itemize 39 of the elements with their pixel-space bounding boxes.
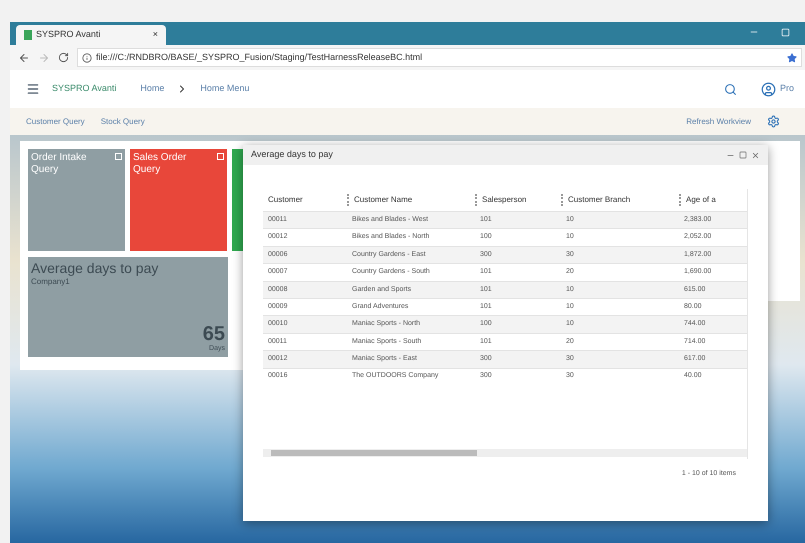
tile-grid-icon	[217, 153, 224, 160]
star-icon[interactable]	[787, 52, 797, 62]
tab-close[interactable]: ×	[152, 28, 158, 42]
scrollbar-thumb[interactable]	[271, 450, 477, 456]
breadcrumb-current: Home Menu	[200, 82, 250, 96]
kpi-title: Average days to pay	[31, 260, 160, 276]
tile-title: Sales Order Query	[133, 152, 188, 176]
kpi-value: 65	[202, 324, 225, 344]
query-tile[interactable]: Sales Order Query	[130, 149, 227, 251]
browser-tab[interactable]: SYSPRO Avanti ×	[16, 25, 166, 45]
refresh-link[interactable]: Refresh Workview	[686, 116, 751, 128]
user-icon[interactable]	[760, 82, 776, 96]
column-header[interactable]: Customer Branch	[561, 194, 679, 206]
address-bar[interactable]: file:///C:/RNDBRO/BASE/_SYSPRO_Fusion/Staging/TestHarnessReleaseBC.html	[77, 48, 802, 67]
menu-icon[interactable]	[26, 82, 40, 96]
dialog-title: Average days to pay	[251, 148, 334, 162]
url-text: file:///C:/RNDBRO/BASE/_SYSPRO_Fusion/Staging/TestHarnessReleaseBC.html	[96, 50, 424, 64]
column-header[interactable]: Customer Name	[347, 194, 475, 206]
column-header[interactable]: Salesperson	[475, 194, 561, 206]
tile-grid-icon	[115, 153, 122, 160]
maximize-icon[interactable]	[739, 151, 747, 159]
tab-title: SYSPRO Avanti	[36, 28, 102, 42]
tile-title: Order Intake Query	[31, 152, 88, 176]
user-name[interactable]: Pro	[780, 82, 794, 96]
settings-icon[interactable]	[767, 115, 780, 128]
reload-icon[interactable]	[58, 52, 69, 63]
breadcrumb-link[interactable]: Home	[140, 82, 164, 96]
nav-link[interactable]: Customer Query	[26, 116, 85, 128]
brand-logo[interactable]: SYSPRO Avanti	[52, 82, 116, 96]
search-icon[interactable]	[724, 82, 737, 96]
back-icon[interactable]	[18, 52, 30, 64]
column-header[interactable]: Age of a	[679, 194, 731, 206]
info-icon	[82, 52, 92, 62]
nav-link[interactable]: Stock Query	[100, 116, 145, 128]
column-header[interactable]: Customer	[263, 194, 347, 206]
kpi-subtitle: Company1	[31, 276, 71, 288]
close-icon[interactable]	[751, 150, 760, 160]
horizontal-scrollbar[interactable]	[263, 449, 747, 457]
app-tab-icon	[24, 30, 32, 40]
